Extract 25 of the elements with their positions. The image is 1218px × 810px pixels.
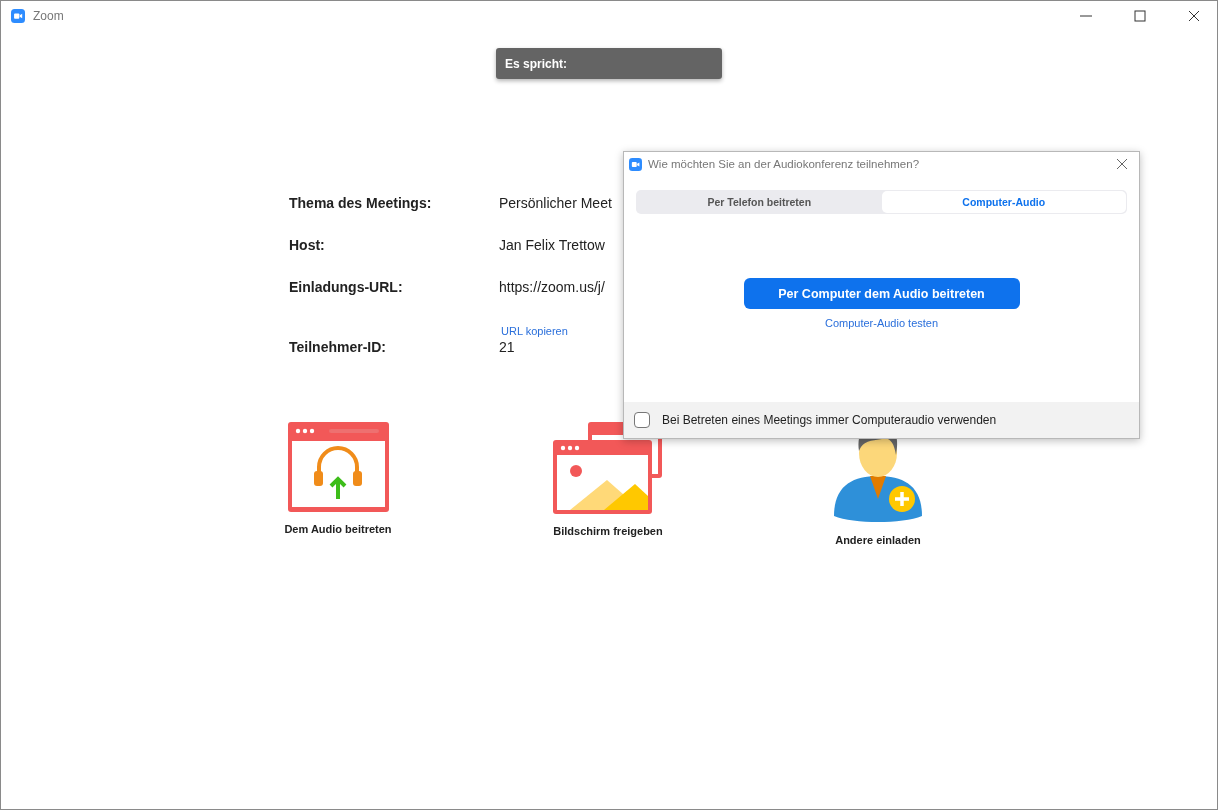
info-value: https://zoom.us/j/ bbox=[499, 279, 606, 297]
action-button[interactable]: Dem Audio beitreten bbox=[203, 421, 473, 546]
info-value: 21 bbox=[499, 339, 516, 357]
window-title: Zoom bbox=[33, 9, 65, 23]
maximize-icon bbox=[1134, 10, 1146, 22]
camera-icon bbox=[629, 157, 642, 171]
dialog-title: Wie möchten Sie an der Audiokonferenz teilnehmen? bbox=[648, 158, 921, 170]
info-label: Host: bbox=[289, 237, 326, 255]
close-icon bbox=[1188, 10, 1200, 22]
info-value: Jan Felix Trettow bbox=[499, 237, 606, 255]
checkbox[interactable] bbox=[634, 412, 650, 428]
info-label: Teilnehmer-ID: bbox=[289, 339, 387, 357]
tab[interactable]: Computer-Audio bbox=[881, 191, 1126, 213]
test-audio-link[interactable]: Computer-Audio testen bbox=[824, 317, 939, 329]
join-audio-button[interactable]: Per Computer dem Audio beitreten bbox=[743, 278, 1020, 309]
tab[interactable]: Per Telefon beitreten bbox=[637, 191, 882, 213]
info-value: Persönlicher Meet bbox=[499, 195, 613, 213]
copy-url-link[interactable]: URL kopieren bbox=[499, 325, 568, 337]
info-label: Thema des Meetings: bbox=[289, 195, 433, 213]
info-label: Einladungs-URL: bbox=[289, 279, 404, 297]
speaker-banner: Es spricht: bbox=[496, 48, 722, 79]
headphones-window-icon bbox=[286, 421, 390, 513]
checkbox-label: Bei Betreten eines Meetings immer Computeraudio verwenden bbox=[662, 413, 997, 427]
close-icon bbox=[1116, 158, 1128, 170]
camera-icon bbox=[11, 9, 25, 23]
